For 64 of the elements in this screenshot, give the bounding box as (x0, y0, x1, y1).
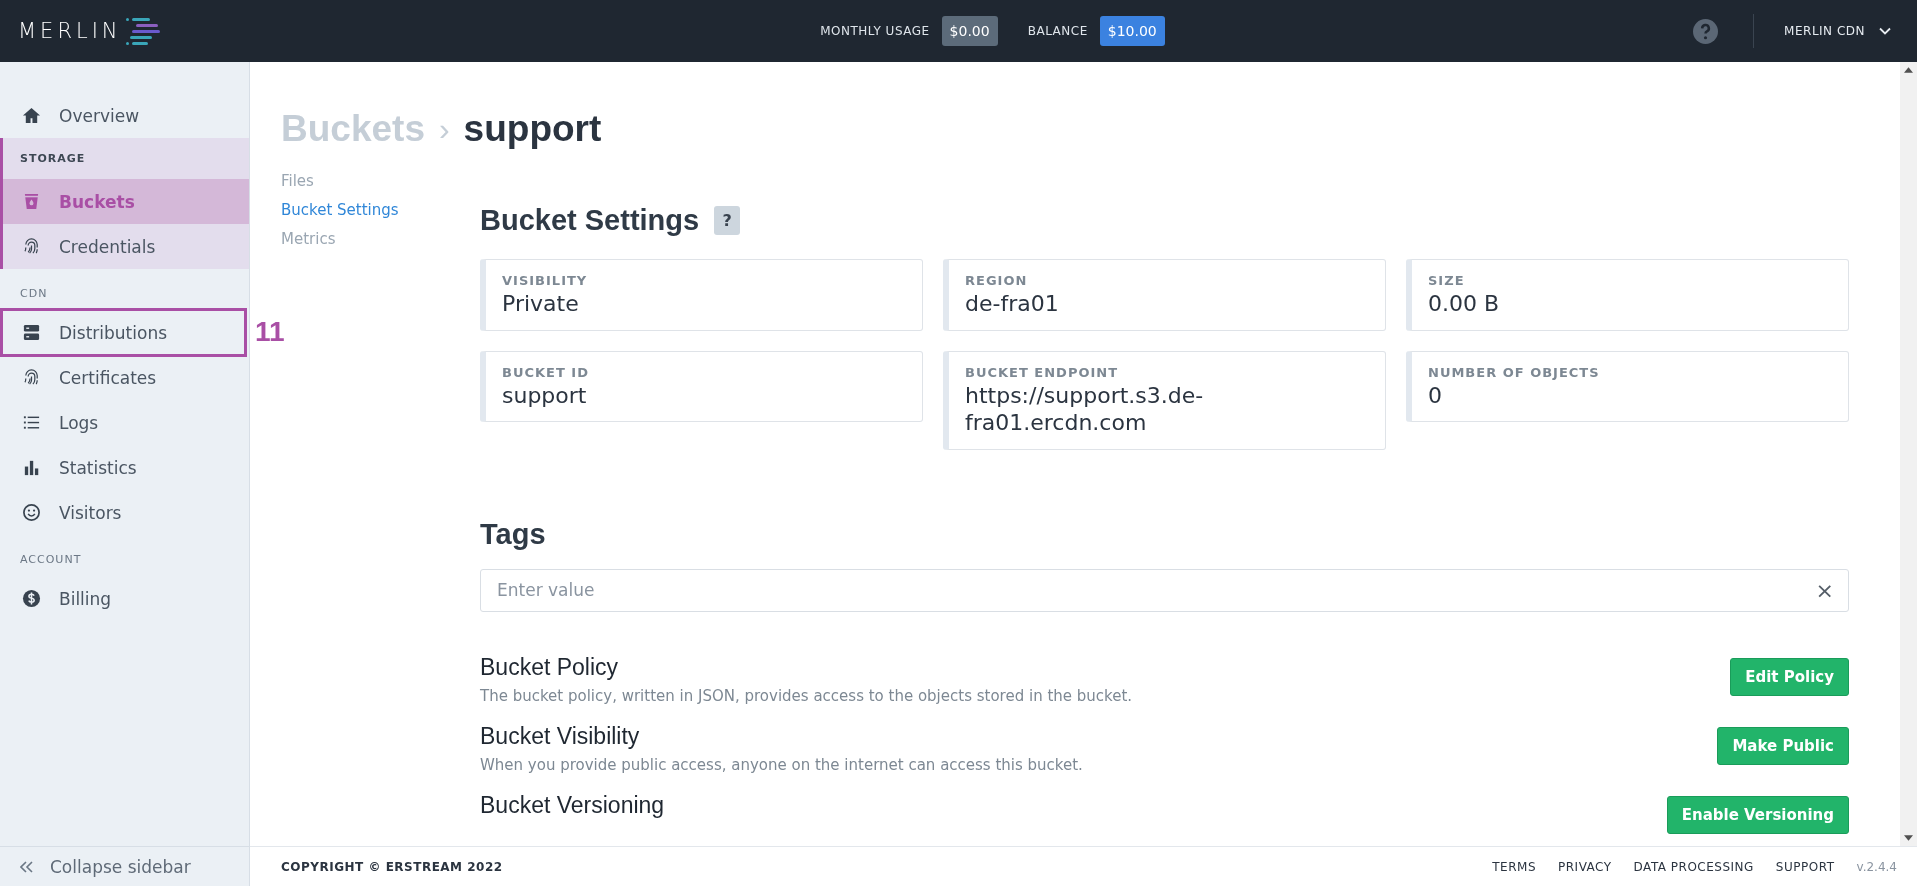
section-heading: STORAGE (19, 151, 87, 167)
nav-item[interactable]: Overview (0, 93, 249, 138)
setting-title: Bucket Policy (480, 653, 620, 681)
field-label: VISIBILITY (502, 273, 589, 288)
nav-item[interactable]: Logs (0, 400, 249, 445)
field-label: NUMBER OF OBJECTS (1428, 364, 1601, 380)
copyright-text: COPYRIGHT © ERSTREAM 2022 (281, 859, 503, 874)
bucket-icon (22, 192, 41, 211)
setting-title: Bucket Versioning (480, 791, 665, 819)
footer-link[interactable]: DATA PROCESSING (1633, 859, 1754, 874)
setting-description: The bucket policy, written in JSON, provides access to the objects stored in the bucket. (480, 686, 1133, 705)
scrollbar[interactable] (1900, 62, 1917, 846)
version-text: v.2.4.4 (1856, 859, 1897, 874)
nav-item[interactable]: Statistics (0, 445, 249, 490)
dollar-icon (22, 589, 41, 608)
subnav-link[interactable]: Bucket Settings (281, 201, 399, 219)
breadcrumb-separator: › (438, 110, 450, 148)
section-heading: ACCOUNT (19, 552, 83, 568)
tag-input-field[interactable]: Enter value × (480, 568, 1849, 612)
nav-item[interactable]: Billing (0, 576, 249, 621)
nav-item[interactable]: Credentials (3, 224, 249, 269)
chevron-down-icon (1879, 27, 1891, 35)
field-label: SIZE (1428, 273, 1466, 288)
double-chevron-icon (20, 860, 34, 873)
nav-item[interactable]: Visitors (0, 490, 249, 535)
help-button[interactable]: ? (714, 206, 741, 235)
section-title: Bucket Settings (480, 204, 700, 237)
nav-item[interactable]: Certificates (0, 355, 249, 400)
clear-icon[interactable]: × (1815, 577, 1834, 603)
field-value: 0.00 B (1428, 290, 1501, 318)
fingerprint-icon (22, 237, 41, 256)
fingerprint-icon (22, 368, 41, 387)
usage-label: BALANCE (1027, 24, 1088, 38)
field-label: REGION (965, 273, 1029, 288)
account-menu[interactable]: MERLIN CDN (1784, 24, 1899, 38)
smiley-icon (22, 503, 41, 522)
field-value: support (502, 381, 588, 409)
amount-badge: $10.00 (1099, 16, 1165, 46)
footer-link[interactable]: SUPPORT (1775, 859, 1835, 874)
logo-text: MERLIN (18, 19, 122, 43)
section-heading: CDN (19, 286, 49, 302)
field-value: 0 (1428, 381, 1443, 409)
scroll-up-icon[interactable] (1904, 67, 1913, 73)
help-icon[interactable] (1693, 18, 1719, 44)
scroll-down-icon[interactable] (1904, 835, 1913, 841)
field-value: de-fra01 (965, 290, 1060, 318)
field-label: BUCKET ENDPOINT (965, 364, 1120, 380)
amount-badge: $0.00 (941, 16, 998, 46)
setting-description: When you provide public access, anyone on the internet can access this bucket. (480, 755, 1083, 774)
footer-link[interactable]: PRIVACY (1558, 859, 1612, 874)
server-icon (22, 323, 41, 342)
usage-label: MONTHLY USAGE (820, 24, 930, 38)
home-icon (22, 106, 41, 125)
list-icon (22, 413, 41, 432)
footer-link[interactable]: TERMS (1492, 859, 1536, 874)
annotation-number: 11 (255, 316, 285, 348)
page-title: support (463, 108, 602, 150)
nav-item[interactable]: Distributions (0, 310, 249, 355)
section-title: Tags (480, 517, 547, 551)
field-value: Private (502, 290, 580, 318)
field-label: BUCKET ID (502, 364, 590, 380)
setting-title: Bucket Visibility (480, 722, 641, 750)
bar-chart-icon (22, 458, 41, 477)
field-value: https://support.s3.de-fra01.ercdn.com (965, 381, 1205, 437)
